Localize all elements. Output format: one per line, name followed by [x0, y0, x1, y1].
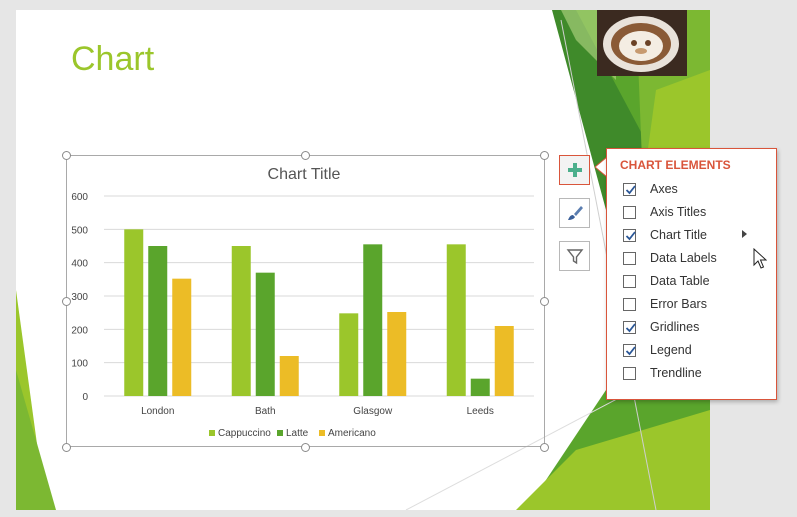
legend-swatch — [277, 430, 283, 436]
paintbrush-icon — [567, 206, 583, 220]
resize-handle[interactable] — [62, 297, 71, 306]
chart-element-label: Axes — [650, 182, 678, 196]
coffee-photo[interactable] — [597, 10, 687, 76]
slide-title[interactable]: Chart — [71, 40, 154, 79]
y-tick-label: 300 — [71, 292, 88, 303]
chart-elements-button[interactable] — [559, 155, 590, 185]
checkmark-icon — [625, 322, 636, 332]
y-tick-label: 600 — [71, 192, 88, 203]
bar-latte[interactable] — [470, 378, 490, 396]
chart-element-option[interactable]: Axes — [623, 179, 773, 199]
y-tick-label: 0 — [82, 392, 88, 403]
checkmark-icon — [625, 184, 636, 194]
chart-element-label: Axis Titles — [650, 205, 707, 219]
legend-swatch — [209, 430, 215, 436]
chart-element-option[interactable]: Error Bars — [623, 294, 773, 314]
resize-handle[interactable] — [301, 443, 310, 452]
chart-title[interactable]: Chart Title — [268, 166, 341, 183]
legend-label[interactable]: Americano — [328, 428, 376, 439]
legend-label[interactable]: Cappuccino — [218, 428, 271, 439]
resize-handle[interactable] — [540, 297, 549, 306]
bar-americano[interactable] — [387, 312, 407, 396]
checkbox[interactable] — [623, 343, 636, 357]
chart-element-label: Legend — [650, 343, 692, 357]
bar-cappuccino[interactable] — [339, 313, 359, 396]
chart-element-option[interactable]: Axis Titles — [623, 202, 773, 222]
resize-handle[interactable] — [301, 151, 310, 160]
checkbox[interactable] — [623, 251, 636, 265]
mouse-cursor-icon — [753, 248, 767, 269]
checkbox[interactable] — [623, 182, 636, 196]
chart-element-label: Data Labels — [650, 251, 717, 265]
chart-element-option[interactable]: Data Labels — [623, 248, 773, 268]
checkbox[interactable] — [623, 274, 636, 288]
chart-element-option[interactable]: Gridlines — [623, 317, 773, 337]
resize-handle[interactable] — [62, 443, 71, 452]
chart-element-option[interactable]: Trendline — [623, 363, 773, 383]
y-tick-label: 400 — [71, 259, 88, 270]
chart-styles-button[interactable] — [559, 198, 590, 228]
chart-element-label: Error Bars — [650, 297, 707, 311]
bar-cappuccino[interactable] — [124, 229, 144, 396]
chart-elements-title: CHART ELEMENTS — [620, 158, 731, 172]
chart-element-label: Gridlines — [650, 320, 700, 334]
x-category-label: Bath — [255, 406, 276, 417]
resize-handle[interactable] — [540, 151, 549, 160]
chart[interactable]: Chart Title 0 100 200 300 400 500 600 London Ba… — [66, 155, 545, 447]
checkbox[interactable] — [623, 320, 636, 334]
chart-element-label: Trendline — [650, 366, 702, 380]
bar-americano[interactable] — [494, 326, 514, 396]
checkmark-icon — [625, 345, 636, 355]
x-category-label: Leeds — [467, 406, 494, 417]
bar-americano[interactable] — [279, 356, 299, 396]
chart-element-label: Data Table — [650, 274, 710, 288]
chart-element-option[interactable]: Legend — [623, 340, 773, 360]
bar-cappuccino[interactable] — [446, 244, 466, 396]
chart-title-submenu-arrow[interactable] — [742, 230, 747, 238]
y-tick-label: 200 — [71, 325, 88, 336]
checkmark-icon — [625, 230, 636, 240]
chart-elements-panel: CHART ELEMENTS Axes Axis Titles Chart Titl… — [606, 148, 777, 400]
x-category-label: Glasgow — [353, 406, 393, 417]
y-tick-label: 100 — [71, 359, 88, 370]
chart-filters-button[interactable] — [559, 241, 590, 271]
plus-icon — [567, 163, 582, 177]
bar-latte[interactable] — [363, 244, 383, 396]
x-category-label: London — [141, 406, 174, 417]
resize-handle[interactable] — [62, 151, 71, 160]
y-tick-label: 500 — [71, 225, 88, 236]
legend-swatch — [319, 430, 325, 436]
bar-americano[interactable] — [172, 278, 192, 396]
checkbox[interactable] — [623, 297, 636, 311]
chart-element-option[interactable]: Chart Title — [623, 225, 773, 245]
bar-cappuccino[interactable] — [231, 246, 251, 396]
checkbox[interactable] — [623, 366, 636, 380]
bar-latte[interactable] — [148, 246, 168, 396]
bar-latte[interactable] — [255, 272, 275, 396]
checkbox[interactable] — [623, 205, 636, 219]
legend-label[interactable]: Latte — [286, 428, 309, 439]
resize-handle[interactable] — [540, 443, 549, 452]
chart-element-option[interactable]: Data Table — [623, 271, 773, 291]
chart-element-label: Chart Title — [650, 228, 707, 242]
filter-icon — [566, 249, 583, 265]
checkbox[interactable] — [623, 228, 636, 242]
